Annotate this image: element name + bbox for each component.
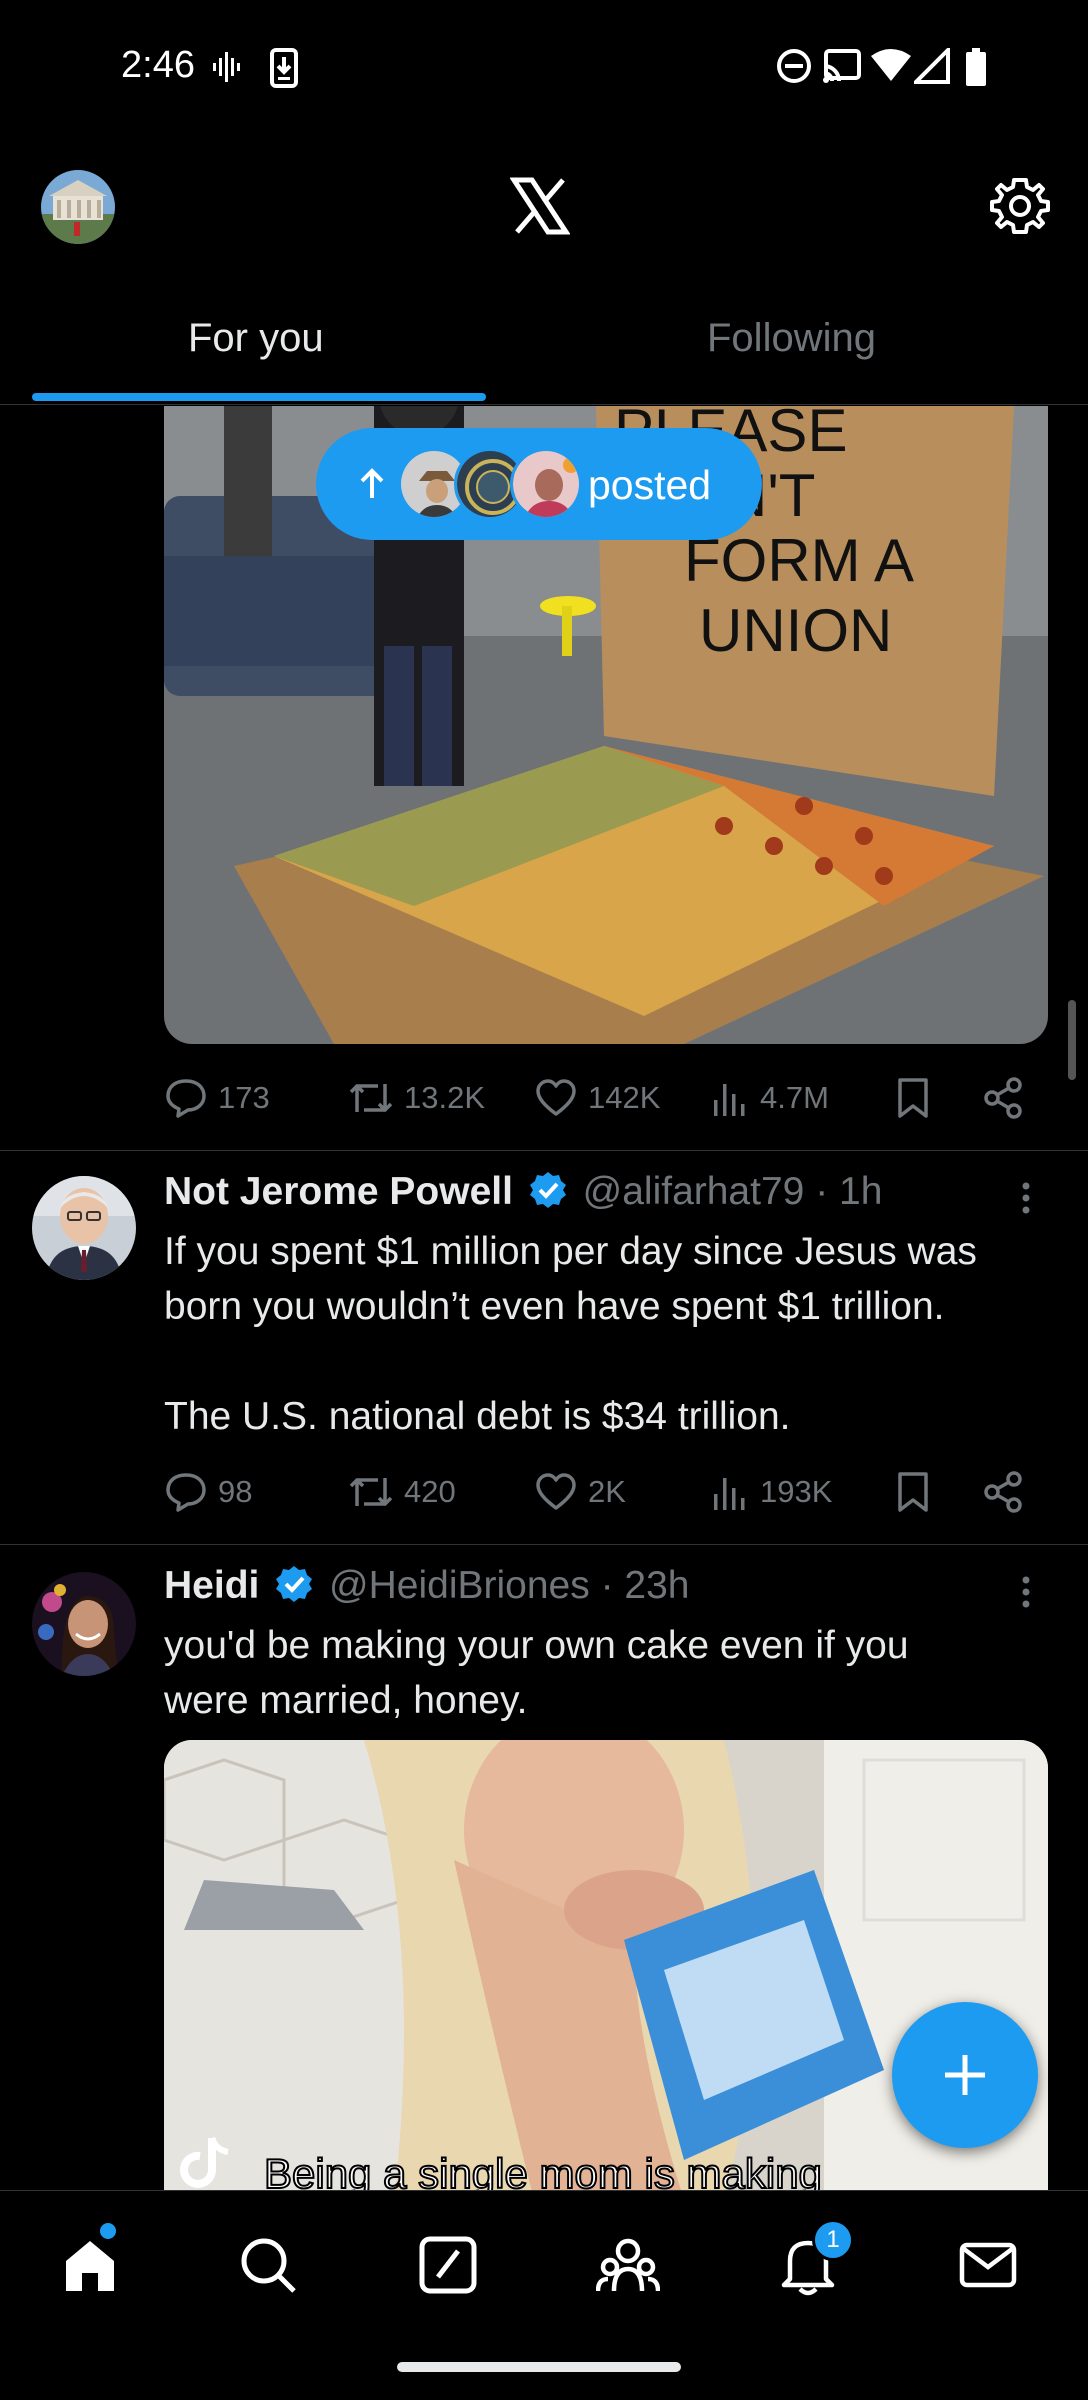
status-bar: 2:46 (0, 0, 1088, 140)
scrollbar-thumb[interactable] (1068, 1000, 1076, 1080)
tweet-text-line: born you wouldn’t even have spent $1 tri… (164, 1285, 945, 1328)
like-count: 142K (588, 1080, 661, 1115)
cast-icon (823, 49, 861, 83)
communities-icon[interactable] (596, 2233, 660, 2297)
plus-icon (945, 2055, 985, 2095)
share-icon[interactable] (982, 1076, 1024, 1120)
top-header (0, 140, 1088, 265)
tweet-time: · 23h (600, 1564, 690, 1607)
bookmark-icon[interactable] (893, 1076, 933, 1120)
reply-count: 173 (218, 1080, 270, 1115)
download-icon (270, 48, 298, 88)
home-unread-dot (100, 2223, 116, 2239)
tweet-text: you'd be making your own cake even if yo… (164, 1618, 1054, 1728)
tweet-divider (0, 1544, 1088, 1545)
tweet-text-line: were married, honey. (164, 1679, 528, 1722)
author-name[interactable]: Not Jerome Powell (164, 1170, 513, 1213)
views-chart-icon (714, 1084, 745, 1116)
heart-icon (536, 1079, 576, 1116)
views-count: 193K (760, 1474, 833, 1509)
tweet-author-avatar[interactable] (32, 1572, 136, 1676)
tweet-header: Heidi @HeidiBriones · 23h (164, 1564, 690, 1608)
repost-count: 13.2K (404, 1080, 486, 1115)
tweet-actions: 173 13.2K 142K 4.7M (164, 1076, 1024, 1136)
verified-badge-icon (276, 1566, 313, 1602)
tweet-text-line: you'd be making your own cake even if yo… (164, 1624, 909, 1667)
status-time: 2:46 (121, 44, 195, 86)
media-caption: Being a single mom is making (264, 2150, 822, 2190)
notification-count-badge: 1 (812, 2219, 854, 2261)
tweet-divider (0, 1150, 1088, 1151)
reply-count: 98 (218, 1474, 253, 1509)
tweet-author-avatar[interactable] (32, 1176, 136, 1280)
reply-button[interactable]: 173 (164, 1076, 270, 1120)
posted-avatar (510, 448, 582, 520)
bookmark-icon[interactable] (893, 1470, 933, 1514)
tab-following[interactable]: Following (707, 316, 876, 361)
tweet-header: Not Jerome Powell @alifarhat79 · 1h (164, 1170, 882, 1214)
media-text-line-4: UNION (699, 597, 892, 664)
repost-button[interactable]: 420 (348, 1470, 456, 1514)
like-button[interactable]: 142K (534, 1076, 660, 1120)
timeline-feed[interactable]: PLEASE DON'T FORM A UNION 173 13.2K 142K… (0, 406, 1088, 2190)
more-options-icon[interactable] (1018, 1572, 1034, 1612)
tab-for-you[interactable]: For you (188, 316, 324, 361)
author-handle[interactable]: @HeidiBriones (329, 1564, 590, 1607)
reply-button[interactable]: 98 (164, 1470, 252, 1514)
settings-gear-icon[interactable] (990, 176, 1050, 236)
more-options-icon[interactable] (1018, 1178, 1034, 1218)
grok-icon[interactable] (416, 2233, 480, 2297)
repost-button[interactable]: 13.2K (348, 1076, 485, 1120)
posted-label: posted (588, 462, 712, 508)
reply-icon (166, 1079, 206, 1118)
tweet-text-line (164, 1334, 1054, 1389)
like-button[interactable]: 2K (534, 1470, 626, 1514)
reply-icon (166, 1473, 206, 1512)
home-gesture-bar[interactable] (397, 2362, 681, 2372)
tab-active-indicator (32, 393, 486, 401)
compose-post-button[interactable] (892, 2002, 1038, 2148)
timeline-tabs: For you Following (0, 290, 1088, 405)
tweet-actions: 98 420 2K 193K (164, 1470, 1024, 1530)
repost-icon (349, 1084, 393, 1112)
repost-icon (349, 1478, 393, 1506)
tweet-time: · 1h (815, 1170, 883, 1213)
do-not-disturb-icon (777, 49, 811, 83)
verified-badge-icon (529, 1172, 566, 1208)
vibrate-icon (213, 52, 240, 82)
views-chart-icon (714, 1478, 745, 1510)
battery-icon (966, 48, 986, 86)
cellular-signal-icon (914, 48, 950, 84)
repost-count: 420 (404, 1474, 456, 1509)
author-handle[interactable]: @alifarhat79 (583, 1170, 805, 1213)
x-logo-icon (510, 177, 570, 235)
share-icon[interactable] (982, 1470, 1024, 1514)
author-name[interactable]: Heidi (164, 1564, 259, 1607)
heart-icon (536, 1473, 576, 1510)
arrow-up-icon (360, 468, 384, 498)
like-count: 2K (588, 1474, 626, 1509)
messages-mail-icon[interactable] (956, 2233, 1020, 2297)
tweet-text-line: If you spent $1 million per day since Je… (164, 1230, 977, 1273)
search-icon[interactable] (236, 2233, 300, 2297)
wifi-icon (871, 49, 911, 81)
views-button[interactable]: 4.7M (710, 1076, 829, 1120)
tweet-text-line: The U.S. national debt is $34 trillion. (164, 1395, 791, 1438)
views-button[interactable]: 193K (710, 1470, 832, 1514)
new-posts-pill[interactable]: posted (316, 428, 762, 540)
home-icon[interactable] (58, 2233, 122, 2297)
tweet-text: If you spent $1 million per day since Je… (164, 1224, 1054, 1444)
views-count: 4.7M (760, 1080, 829, 1115)
profile-avatar[interactable] (41, 170, 115, 244)
